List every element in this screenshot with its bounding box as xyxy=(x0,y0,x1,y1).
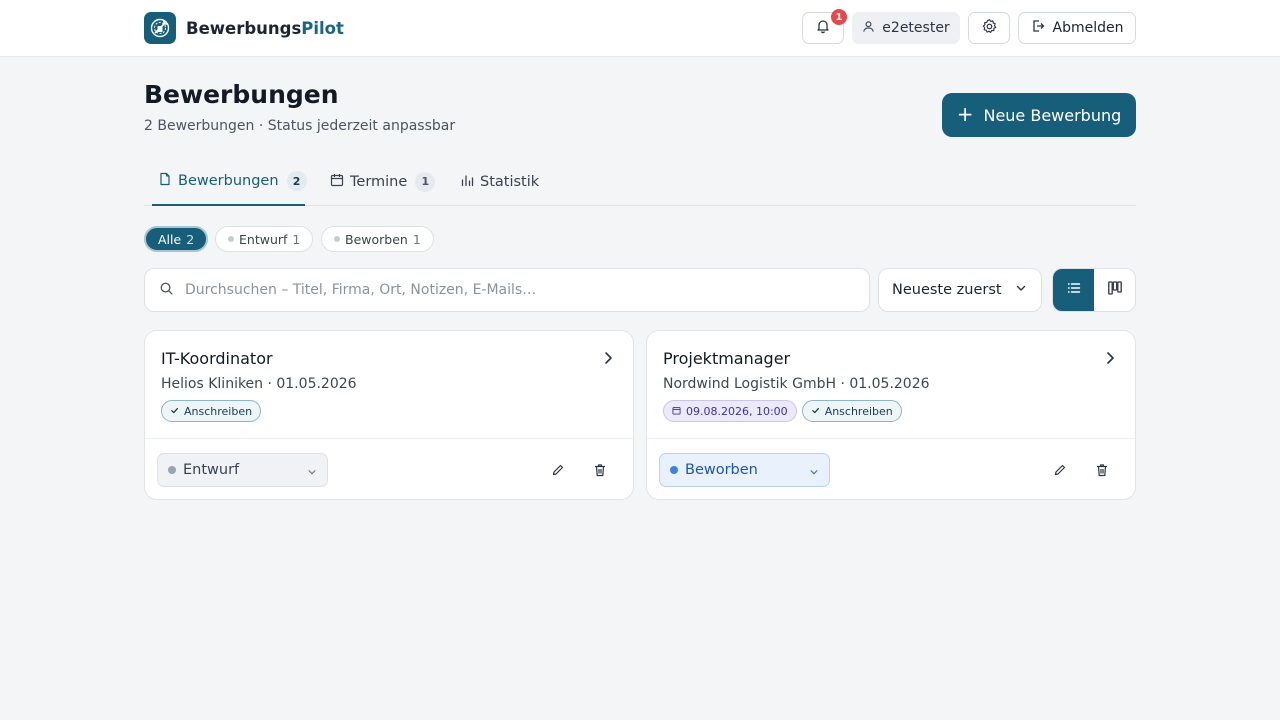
chevron-down-icon xyxy=(809,465,819,481)
search-icon xyxy=(159,281,174,300)
user-icon xyxy=(862,20,875,37)
status-dot xyxy=(670,466,678,474)
edit-icon[interactable] xyxy=(1049,459,1071,481)
sort-selected-value: Neueste zuerst xyxy=(892,282,1002,298)
tab-label: Bewerbungen xyxy=(178,173,279,189)
tab-count-badge: 2 xyxy=(286,171,307,191)
status-value: Beworben xyxy=(685,462,758,478)
sort-select[interactable]: Neueste zuerst xyxy=(878,268,1042,312)
application-card[interactable]: Projektmanager Nordwind Logistik GmbH · … xyxy=(646,330,1136,500)
logout-button[interactable]: Abmelden xyxy=(1018,12,1136,44)
page-subtitle: 2 Bewerbungen · Status jederzeit anpassb… xyxy=(144,118,456,134)
new-application-label: Neue Bewerbung xyxy=(983,105,1122,125)
notification-badge: 1 xyxy=(831,9,847,25)
bar-chart-icon xyxy=(460,173,474,191)
board-view-button[interactable] xyxy=(1094,269,1135,311)
brand-name-part1: Bewerbungs xyxy=(186,18,302,38)
calendar-icon xyxy=(330,173,344,191)
kanban-icon xyxy=(1107,280,1123,300)
chevron-down-icon xyxy=(307,465,317,481)
filter-count: 1 xyxy=(292,231,301,247)
tab-label: Termine xyxy=(350,173,408,190)
tag-cover-letter: Anschreiben xyxy=(801,400,902,422)
chevron-right-icon[interactable] xyxy=(599,349,617,367)
filter-label: Entwurf xyxy=(239,231,288,247)
filter-label: Alle xyxy=(158,231,182,247)
chevron-down-icon xyxy=(1015,282,1027,298)
brand[interactable]: BewerbungsPilot xyxy=(144,12,344,44)
divider xyxy=(647,438,1135,439)
application-title: IT-Koordinator xyxy=(161,349,273,368)
divider xyxy=(145,438,633,439)
application-card[interactable]: IT-Koordinator Helios Kliniken · 01.05.2… xyxy=(144,330,634,500)
tab-termine[interactable]: Termine 1 xyxy=(330,158,436,205)
user-menu[interactable]: e2etester xyxy=(852,12,960,44)
page-title: Bewerbungen xyxy=(144,80,339,109)
username: e2etester xyxy=(882,20,950,36)
chevron-right-icon[interactable] xyxy=(1101,349,1119,367)
filter-label: Beworben xyxy=(345,231,408,247)
plus-icon: + xyxy=(956,102,974,126)
notifications-button[interactable]: 1 xyxy=(802,9,847,44)
check-icon xyxy=(811,405,820,418)
status-dot xyxy=(168,466,176,474)
tab-label: Statistik xyxy=(480,173,540,190)
filter-chip-entwurf[interactable]: Entwurf 1 xyxy=(215,226,314,252)
tag-appointment: 09.08.2026, 10:00 xyxy=(663,400,797,422)
top-bar: BewerbungsPilot 1 e2etester Abmelden xyxy=(0,0,1280,57)
file-icon xyxy=(158,172,172,190)
check-icon xyxy=(170,405,179,418)
tag-list: Anschreiben xyxy=(161,400,262,422)
calendar-icon xyxy=(672,405,681,418)
filter-chip-beworben[interactable]: Beworben 1 xyxy=(321,226,434,252)
new-application-button[interactable]: + Neue Bewerbung xyxy=(942,93,1136,137)
tab-count-badge: 1 xyxy=(415,171,436,192)
brand-name-part2: Pilot xyxy=(301,18,344,38)
status-select[interactable]: Entwurf xyxy=(157,453,328,487)
filter-chip-alle[interactable]: Alle 2 xyxy=(144,226,209,252)
application-title: Projektmanager xyxy=(663,349,791,368)
trash-icon[interactable] xyxy=(589,459,611,481)
tab-bewerbungen[interactable]: Bewerbungen 2 xyxy=(152,158,307,206)
tag-list: 09.08.2026, 10:00 Anschreiben xyxy=(663,400,902,422)
settings-button[interactable] xyxy=(968,12,1010,44)
status-dot xyxy=(228,236,234,242)
tag-label: 09.08.2026, 10:00 xyxy=(686,404,788,418)
logo-icon xyxy=(144,12,176,44)
search-input[interactable] xyxy=(185,282,825,298)
gear-icon xyxy=(981,18,998,39)
filter-count: 2 xyxy=(186,231,195,247)
bell-icon xyxy=(815,18,831,38)
application-company-date: Helios Kliniken · 01.05.2026 xyxy=(161,376,357,392)
tab-statistik[interactable]: Statistik xyxy=(460,158,539,205)
status-dot xyxy=(334,236,340,242)
tag-label: Anschreiben xyxy=(184,404,253,418)
trash-icon[interactable] xyxy=(1091,459,1113,481)
tag-label: Anschreiben xyxy=(824,404,893,418)
logout-label: Abmelden xyxy=(1052,20,1124,36)
search-box[interactable] xyxy=(144,268,870,312)
edit-icon[interactable] xyxy=(547,459,569,481)
logout-icon xyxy=(1031,19,1045,37)
view-toggle xyxy=(1052,268,1136,312)
list-view-button[interactable] xyxy=(1053,269,1094,311)
brand-name: BewerbungsPilot xyxy=(186,19,344,38)
tab-bar: Bewerbungen 2 Termine 1 Statistik xyxy=(144,158,1136,206)
tag-cover-letter: Anschreiben xyxy=(161,400,262,422)
status-select[interactable]: Beworben xyxy=(659,453,830,487)
status-value: Entwurf xyxy=(183,462,240,478)
filter-count: 1 xyxy=(412,231,421,247)
application-company-date: Nordwind Logistik GmbH · 01.05.2026 xyxy=(663,376,930,392)
list-icon xyxy=(1066,280,1082,300)
